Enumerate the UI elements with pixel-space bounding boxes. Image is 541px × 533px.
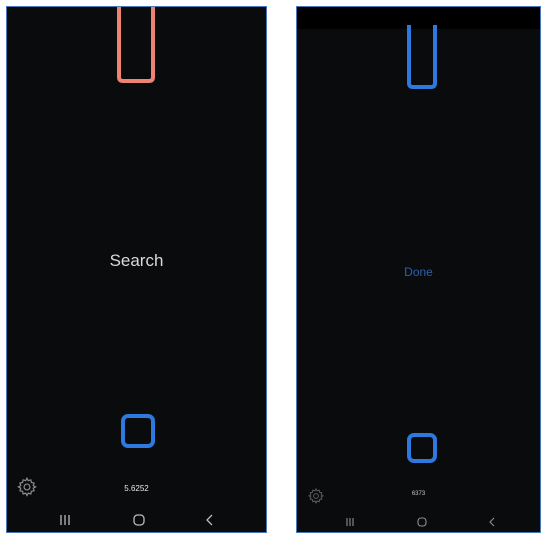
recent-apps-icon[interactable]	[58, 512, 72, 528]
phone-screen-left: Search 5.6252	[6, 6, 267, 533]
home-icon[interactable]	[415, 515, 429, 529]
top-u-marker	[117, 7, 155, 83]
phone-screen-right: Done 6373	[296, 6, 541, 533]
value-readout: 6373	[411, 491, 426, 497]
back-icon[interactable]	[487, 515, 497, 529]
value-readout: 5.6252	[124, 484, 149, 493]
recent-apps-icon[interactable]	[344, 515, 356, 529]
top-u-marker	[407, 25, 437, 89]
status-label: Search	[109, 251, 164, 270]
back-icon[interactable]	[204, 512, 216, 528]
bottom-square-target[interactable]	[120, 413, 156, 449]
navigation-bar	[7, 512, 266, 530]
home-icon[interactable]	[131, 512, 147, 528]
navigation-bar	[297, 515, 540, 531]
status-label: Done	[404, 265, 433, 279]
bottom-square-target[interactable]	[406, 432, 438, 464]
